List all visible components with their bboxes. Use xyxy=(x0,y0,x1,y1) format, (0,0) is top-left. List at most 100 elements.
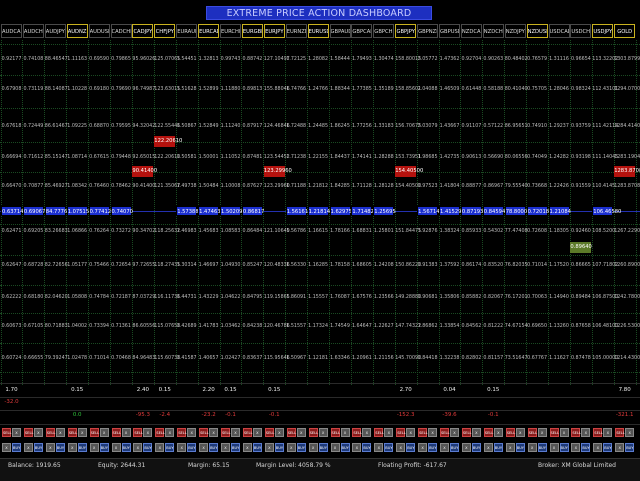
sell-button-gbpcad[interactable]: SELL xyxy=(352,428,362,437)
close-buy-button-usdcad[interactable]: X xyxy=(549,443,559,452)
close-buy-button-cadjpy[interactable]: X xyxy=(133,443,143,452)
close-button-gbpchf[interactable]: X xyxy=(384,428,394,437)
sell-button-eurcad[interactable]: SELL xyxy=(199,428,209,437)
pair-header-nzdcad[interactable]: NZDCAD xyxy=(460,24,482,38)
close-button-audnzd[interactable]: X xyxy=(77,428,87,437)
close-button-nzdcad[interactable]: X xyxy=(471,428,481,437)
pair-header-nzdusd[interactable]: NZDUSD xyxy=(526,24,548,38)
close-buy-button-nzdcad[interactable]: X xyxy=(461,443,471,452)
sell-button-usdcad[interactable]: SELL xyxy=(549,428,559,437)
close-buy-button-chfjpy[interactable]: X xyxy=(155,443,165,452)
buy-button-eurnzd[interactable]: BUY xyxy=(296,443,306,452)
sell-button-usdjpy[interactable]: SELL xyxy=(593,428,603,437)
close-button-audjpy[interactable]: X xyxy=(55,428,65,437)
close-buy-button-cadchf[interactable]: X xyxy=(111,443,121,452)
sell-button-gbpaud[interactable]: SELL xyxy=(330,428,340,437)
close-button-usdjpy[interactable]: X xyxy=(603,428,613,437)
close-buy-button-gbpjpy[interactable]: X xyxy=(396,443,406,452)
close-button-usdchf[interactable]: X xyxy=(581,428,591,437)
sell-button-chfjpy[interactable]: SELL xyxy=(155,428,165,437)
close-button-gbpcad[interactable]: X xyxy=(362,428,372,437)
pair-header-eurchf[interactable]: EURCHF xyxy=(220,24,241,38)
pair-header-gbpnzd[interactable]: GBPNZD xyxy=(417,24,439,38)
buy-button-audjpy[interactable]: BUY xyxy=(55,443,65,452)
pair-header-usdjpy[interactable]: USDJPY xyxy=(592,24,614,38)
sell-button-cadchf[interactable]: SELL xyxy=(111,428,121,437)
close-button-eurchf[interactable]: X xyxy=(231,428,240,437)
close-button-nzdjpy[interactable]: X xyxy=(515,428,525,437)
pair-header-gbpjpy[interactable]: GBPJPY xyxy=(395,24,417,38)
buy-button-gbpaud[interactable]: BUY xyxy=(340,443,350,452)
close-buy-button-gbpusd[interactable]: X xyxy=(440,443,449,452)
sell-button-eurchf[interactable]: SELL xyxy=(221,428,231,437)
close-button-chfjpy[interactable]: X xyxy=(165,428,175,437)
sell-button-euraud[interactable]: SELL xyxy=(177,428,187,437)
sell-button-eurnzd[interactable]: SELL xyxy=(286,428,296,437)
pair-header-chfjpy[interactable]: CHFJPY xyxy=(154,24,176,38)
close-buy-button-nzdchf[interactable]: X xyxy=(483,443,493,452)
pair-header-eurcad[interactable]: EURCAD xyxy=(198,24,220,38)
buy-button-audchf[interactable]: BUY xyxy=(33,443,43,452)
close-buy-button-gbpnzd[interactable]: X xyxy=(418,443,428,452)
close-buy-button-gbpaud[interactable]: X xyxy=(330,443,340,452)
close-buy-button-euraud[interactable]: X xyxy=(177,443,187,452)
close-buy-button-audnzd[interactable]: X xyxy=(67,443,77,452)
pair-header-eurgbp[interactable]: EURGBP xyxy=(241,24,263,38)
sell-button-audnzd[interactable]: SELL xyxy=(67,428,77,437)
buy-button-eurjpy[interactable]: BUY xyxy=(274,443,284,452)
close-buy-button-gbpcad[interactable]: X xyxy=(352,443,362,452)
buy-button-audusd[interactable]: BUY xyxy=(99,443,109,452)
buy-button-gold[interactable]: BUY xyxy=(625,443,635,452)
buy-button-usdcad[interactable]: BUY xyxy=(559,443,569,452)
close-buy-button-eurnzd[interactable]: X xyxy=(286,443,296,452)
buy-button-usdjpy[interactable]: BUY xyxy=(603,443,613,452)
close-buy-button-nzdusd[interactable]: X xyxy=(527,443,537,452)
pair-header-gbpcad[interactable]: GBPCAD xyxy=(351,24,373,38)
close-buy-button-eurgbp[interactable]: X xyxy=(242,443,252,452)
pair-header-nzdchf[interactable]: NZDCHF xyxy=(482,24,504,38)
close-button-audchf[interactable]: X xyxy=(33,428,43,437)
pair-header-usdcad[interactable]: USDCAD xyxy=(548,24,570,38)
close-buy-button-eurusd[interactable]: X xyxy=(308,443,318,452)
buy-button-cadjpy[interactable]: BUY xyxy=(143,443,153,452)
sell-button-audusd[interactable]: SELL xyxy=(89,428,99,437)
pair-header-cadjpy[interactable]: CADJPY xyxy=(132,24,154,38)
buy-button-eurcad[interactable]: BUY xyxy=(209,443,219,452)
sell-button-gbpchf[interactable]: SELL xyxy=(374,428,384,437)
sell-button-nzdcad[interactable]: SELL xyxy=(461,428,471,437)
sell-button-nzdchf[interactable]: SELL xyxy=(483,428,493,437)
close-buy-button-audusd[interactable]: X xyxy=(89,443,99,452)
sell-button-cadjpy[interactable]: SELL xyxy=(133,428,143,437)
buy-button-eurgbp[interactable]: BUY xyxy=(252,443,262,452)
pair-header-eurnzd[interactable]: EURNZD xyxy=(285,24,307,38)
close-button-gbpnzd[interactable]: X xyxy=(428,428,438,437)
pair-header-audcad[interactable]: AUDCAD xyxy=(1,24,22,38)
close-button-gbpjpy[interactable]: X xyxy=(406,428,416,437)
close-button-eurnzd[interactable]: X xyxy=(296,428,306,437)
sell-button-audchf[interactable]: SELL xyxy=(23,428,33,437)
sell-button-audjpy[interactable]: SELL xyxy=(45,428,55,437)
close-buy-button-eurchf[interactable]: X xyxy=(221,443,230,452)
close-buy-button-nzdjpy[interactable]: X xyxy=(505,443,515,452)
close-buy-button-eurjpy[interactable]: X xyxy=(264,443,274,452)
pair-header-euraud[interactable]: EURAUD xyxy=(176,24,198,38)
pair-header-nzdjpy[interactable]: NZDJPY xyxy=(504,24,526,38)
buy-button-nzdusd[interactable]: BUY xyxy=(537,443,547,452)
pair-header-gold[interactable]: GOLD xyxy=(614,24,636,38)
buy-button-chfjpy[interactable]: BUY xyxy=(165,443,175,452)
buy-button-nzdcad[interactable]: BUY xyxy=(471,443,481,452)
sell-button-usdchf[interactable]: SELL xyxy=(571,428,581,437)
close-button-audcad[interactable]: X xyxy=(12,428,21,437)
close-buy-button-audcad[interactable]: X xyxy=(2,443,11,452)
buy-button-audcad[interactable]: BUY xyxy=(12,443,21,452)
sell-button-audcad[interactable]: SELL xyxy=(2,428,12,437)
sell-button-gbpusd[interactable]: SELL xyxy=(440,428,450,437)
sell-button-eurjpy[interactable]: SELL xyxy=(264,428,274,437)
close-button-eurgbp[interactable]: X xyxy=(252,428,262,437)
close-button-eurcad[interactable]: X xyxy=(209,428,219,437)
buy-button-gbpusd[interactable]: BUY xyxy=(450,443,459,452)
close-button-audusd[interactable]: X xyxy=(99,428,109,437)
close-button-gbpusd[interactable]: X xyxy=(450,428,459,437)
close-button-nzdusd[interactable]: X xyxy=(537,428,547,437)
buy-button-usdchf[interactable]: BUY xyxy=(581,443,591,452)
